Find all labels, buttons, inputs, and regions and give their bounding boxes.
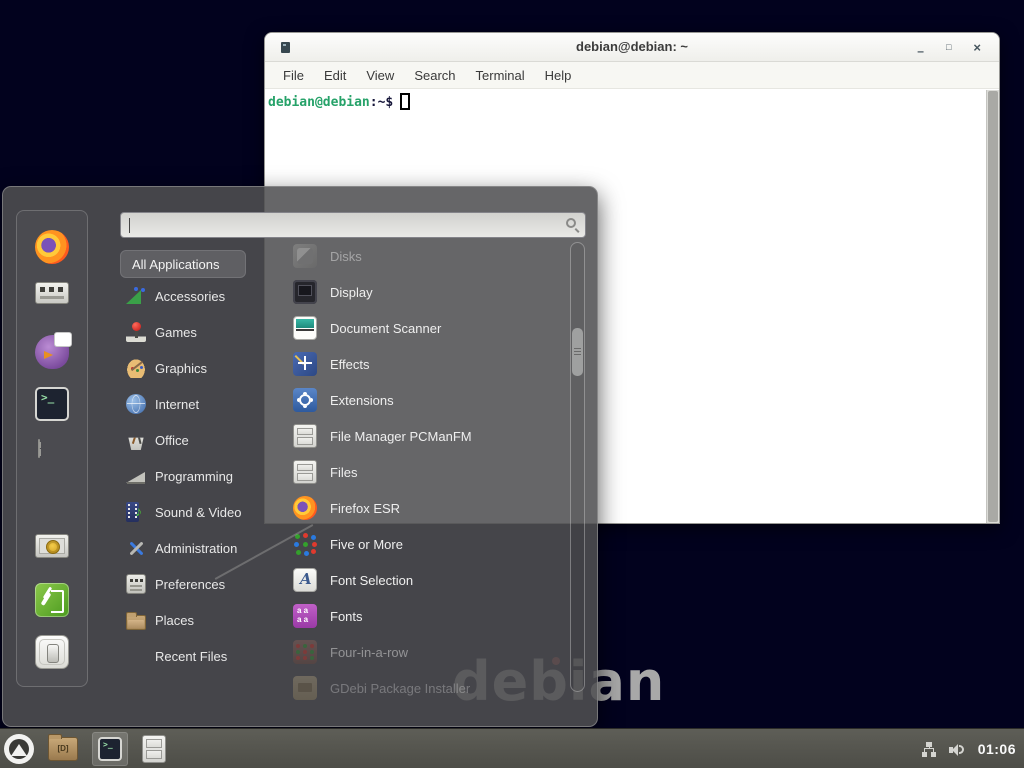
terminal-scrollbar-thumb[interactable] — [988, 91, 998, 522]
category-recent-files[interactable]: Recent Files — [118, 638, 270, 674]
terminal-cursor — [400, 93, 410, 110]
app-list-scrollbar[interactable] — [570, 242, 585, 692]
sound-video-icon — [126, 502, 139, 522]
folder-badge: [D] — [49, 744, 77, 753]
prompt-path: :~$ — [370, 95, 393, 110]
app-effects[interactable]: Effects — [271, 346, 569, 382]
search-input[interactable] — [121, 213, 585, 237]
desktop-folder-icon[interactable]: [D] — [48, 737, 78, 761]
menu-edit[interactable]: Edit — [314, 68, 356, 83]
favorites-sidebar — [16, 210, 88, 687]
control-center-icon[interactable] — [35, 282, 69, 304]
taskbar: [D] 01:06 — [0, 728, 1024, 768]
volume-icon[interactable] — [949, 742, 966, 757]
category-programming[interactable]: Programming — [118, 458, 270, 494]
five-or-more-icon — [293, 532, 317, 556]
app-four-in-a-row[interactable]: Four-in-a-row — [271, 634, 569, 670]
category-sound-video[interactable]: Sound & Video — [118, 494, 270, 530]
category-all-applications[interactable]: All Applications — [120, 250, 246, 278]
network-icon[interactable] — [921, 742, 937, 757]
document-scanner-icon — [293, 316, 317, 340]
preferences-icon — [126, 574, 146, 594]
prompt-user-host: debian@debian — [268, 95, 370, 110]
category-accessories[interactable]: Accessories — [118, 278, 270, 314]
category-places[interactable]: Places — [118, 602, 270, 638]
log-out-icon[interactable] — [35, 583, 69, 617]
gdebi-icon — [293, 676, 317, 700]
extensions-icon — [293, 388, 317, 412]
maximize-button[interactable]: □ — [946, 43, 951, 52]
disks-icon — [293, 244, 317, 268]
files-icon — [293, 460, 317, 484]
terminal-taskbar-button[interactable] — [92, 732, 128, 766]
terminal-titlebar[interactable]: debian@debian: ~ – □ × — [265, 33, 999, 62]
file-manager-taskbar-button[interactable] — [142, 735, 166, 763]
lock-screen-icon[interactable] — [35, 534, 69, 558]
app-extensions[interactable]: Extensions — [271, 382, 569, 418]
file-manager-pcmanfm-icon — [293, 424, 317, 448]
app-list-scrollbar-thumb[interactable] — [572, 328, 583, 376]
app-files[interactable]: Files — [271, 454, 569, 490]
terminal-menubar: File Edit View Search Terminal Help — [265, 62, 999, 89]
minimize-button[interactable]: – — [917, 39, 924, 57]
app-display[interactable]: Display — [271, 274, 569, 310]
terminal-scrollbar[interactable] — [986, 90, 999, 523]
category-office[interactable]: Office — [118, 422, 270, 458]
places-icon — [126, 615, 146, 630]
administration-icon — [126, 538, 146, 558]
category-list: Accessories Games Graphics Internet Offi… — [118, 278, 270, 674]
text-caret — [129, 218, 130, 233]
app-disks[interactable]: Disks — [271, 238, 569, 274]
font-selection-icon — [293, 568, 317, 592]
accessories-icon — [126, 286, 146, 306]
taskbar-clock[interactable]: 01:06 — [978, 741, 1016, 757]
terminal-window-title: debian@debian: ~ — [265, 39, 999, 54]
app-firefox-esr[interactable]: Firefox ESR — [271, 490, 569, 526]
fonts-icon — [293, 604, 317, 628]
terminal-icon[interactable] — [35, 387, 69, 421]
search-box — [120, 212, 586, 238]
search-icon — [566, 218, 576, 228]
four-in-a-row-icon — [293, 640, 317, 664]
terminal-launcher-icon — [98, 737, 122, 761]
firefox-esr-icon — [293, 496, 317, 520]
effects-icon — [293, 352, 317, 376]
applications-menu-button[interactable] — [4, 734, 34, 764]
menu-terminal[interactable]: Terminal — [466, 68, 535, 83]
app-file-manager-pcmanfm[interactable]: File Manager PCManFM — [271, 418, 569, 454]
close-button[interactable]: × — [973, 41, 981, 54]
app-font-selection[interactable]: Font Selection — [271, 562, 569, 598]
menu-file[interactable]: File — [273, 68, 314, 83]
category-games[interactable]: Games — [118, 314, 270, 350]
display-icon — [293, 280, 317, 304]
application-list: Disks Display Document Scanner Effects E… — [271, 238, 569, 706]
category-preferences[interactable]: Preferences — [118, 566, 270, 602]
application-menu: All Applications Accessories Games Graph… — [2, 186, 598, 727]
menu-view[interactable]: View — [356, 68, 404, 83]
firefox-icon[interactable] — [35, 230, 69, 264]
file-manager-icon[interactable] — [38, 439, 40, 458]
menu-help[interactable]: Help — [535, 68, 582, 83]
internet-icon — [126, 394, 146, 414]
app-gdebi-package-installer[interactable]: GDebi Package Installer — [271, 670, 569, 706]
app-five-or-more[interactable]: Five or More — [271, 526, 569, 562]
menu-search[interactable]: Search — [404, 68, 465, 83]
desktop: debian debian@debian: ~ – □ × File Edit … — [0, 0, 1024, 768]
pidgin-icon[interactable] — [35, 335, 69, 369]
programming-icon — [126, 466, 146, 486]
games-icon — [126, 322, 146, 342]
office-icon — [126, 430, 146, 450]
app-document-scanner[interactable]: Document Scanner — [271, 310, 569, 346]
graphics-icon — [126, 358, 146, 378]
category-graphics[interactable]: Graphics — [118, 350, 270, 386]
shut-down-icon[interactable] — [35, 635, 69, 669]
category-internet[interactable]: Internet — [118, 386, 270, 422]
app-fonts[interactable]: Fonts — [271, 598, 569, 634]
